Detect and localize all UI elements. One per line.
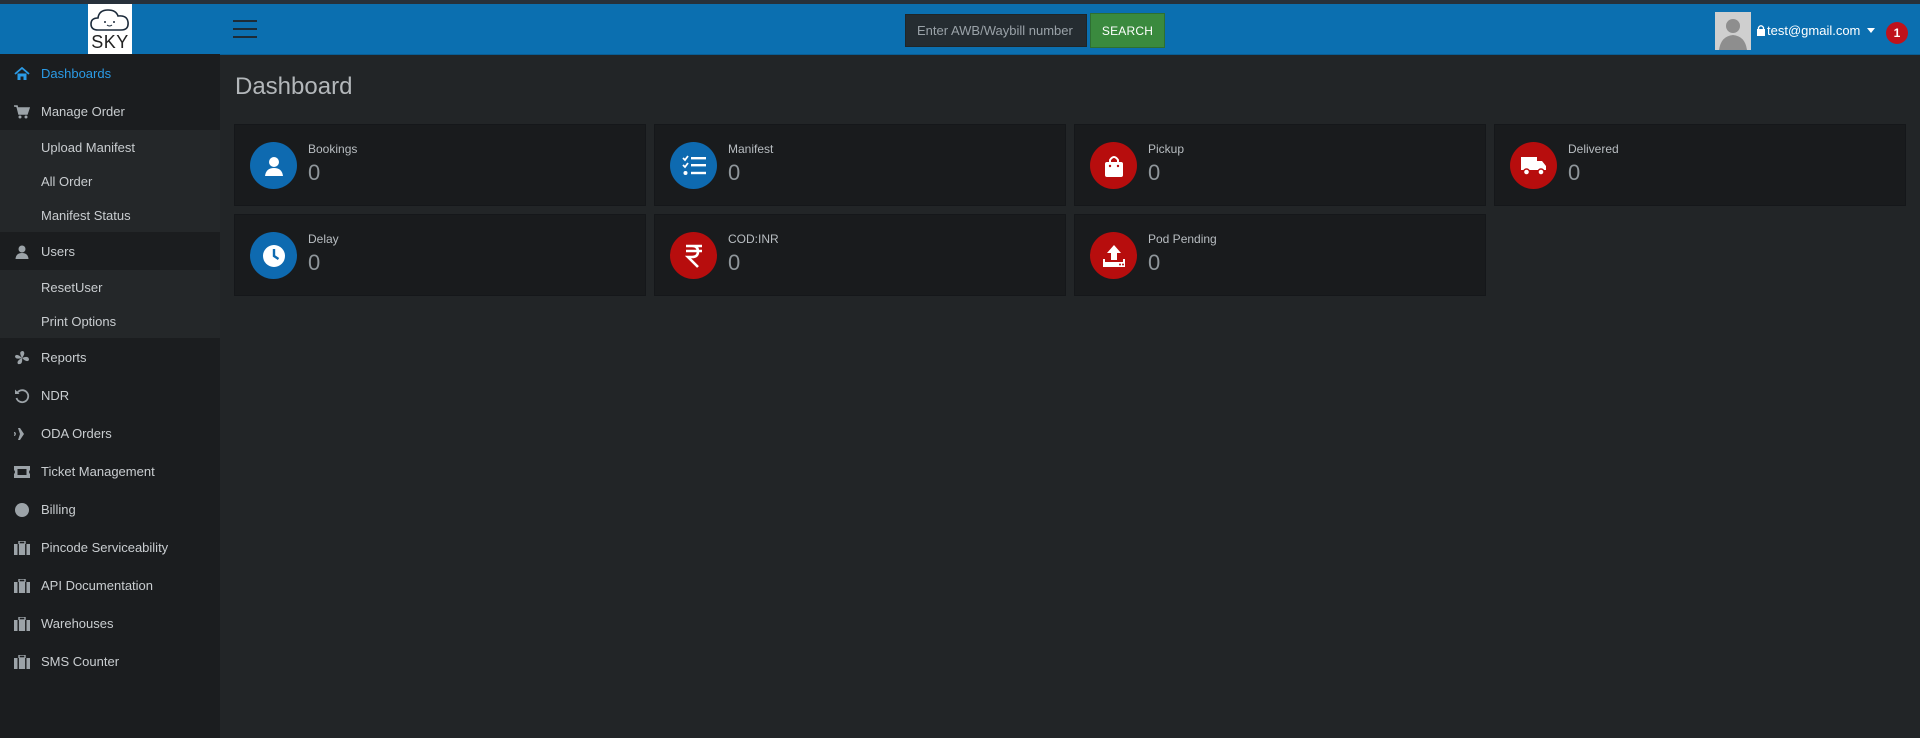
sidebar-item-manage-order[interactable]: Manage Order bbox=[0, 92, 220, 130]
stat-card-delivered[interactable]: Delivered 0 bbox=[1495, 125, 1905, 205]
stat-card-value: 0 bbox=[728, 250, 741, 275]
stat-card-value: 0 bbox=[1148, 250, 1161, 275]
stat-card-manifest[interactable]: Manifest 0 bbox=[655, 125, 1065, 205]
sidebar-item-ticket-management[interactable]: Ticket Management bbox=[0, 452, 220, 490]
sidebar-item-label: ODA Orders bbox=[41, 426, 112, 441]
briefcase-icon bbox=[14, 616, 30, 632]
hamburger-bar bbox=[233, 36, 257, 38]
stat-card-value: 0 bbox=[1148, 160, 1161, 185]
submenu-item-all-order[interactable]: All Order bbox=[0, 164, 220, 198]
stat-card-value: 0 bbox=[1568, 160, 1581, 185]
user-avatar[interactable] bbox=[1715, 12, 1751, 50]
caret-down-icon bbox=[1867, 27, 1876, 33]
stat-card-pickup[interactable]: Pickup 0 bbox=[1075, 125, 1485, 205]
briefcase-icon bbox=[14, 578, 30, 594]
submenu-item-manifest-status[interactable]: Manifest Status bbox=[0, 198, 220, 232]
truck-icon bbox=[1510, 142, 1557, 189]
stat-card-title: Bookings bbox=[308, 142, 358, 156]
submenu-item-reset-user[interactable]: ResetUser bbox=[0, 270, 220, 304]
avatar-silhouette-icon bbox=[1715, 12, 1751, 50]
hamburger-bar bbox=[233, 20, 257, 22]
sidebar-item-billing[interactable]: Billing bbox=[0, 490, 220, 528]
sidebar-item-ndr[interactable]: NDR bbox=[0, 376, 220, 414]
sidebar-item-warehouses[interactable]: Warehouses bbox=[0, 604, 220, 642]
sidebar-item-oda-orders[interactable]: ODA Orders bbox=[0, 414, 220, 452]
lock-icon bbox=[1757, 25, 1765, 36]
shopping-bag-icon bbox=[1090, 142, 1137, 189]
awb-search-input[interactable] bbox=[905, 14, 1087, 47]
logo[interactable]: SKY bbox=[88, 4, 132, 54]
search-button[interactable]: SEARCH bbox=[1090, 13, 1165, 48]
sidebar-item-label: Users bbox=[41, 244, 75, 259]
menu-toggle-button[interactable] bbox=[233, 20, 257, 38]
sidebar-item-label: Ticket Management bbox=[41, 464, 155, 479]
briefcase-icon bbox=[14, 654, 30, 670]
sidebar-item-label: NDR bbox=[41, 388, 70, 403]
manage-order-submenu: Upload Manifest All Order Manifest Statu… bbox=[0, 130, 220, 232]
sidebar-item-label: Pincode Serviceability bbox=[41, 540, 169, 555]
stat-card-value: 0 bbox=[308, 160, 321, 185]
user-email: test@gmail.com bbox=[1767, 22, 1861, 38]
sidebar-item-sms-counter[interactable]: SMS Counter bbox=[0, 642, 220, 680]
upload-icon bbox=[1090, 232, 1137, 279]
main-content: Dashboard Bookings 0 Manifest 0 Pickup 0… bbox=[220, 54, 1920, 738]
stat-card-bookings[interactable]: Bookings 0 bbox=[235, 125, 645, 205]
sidebar-item-label: Reports bbox=[41, 350, 87, 365]
user-menu-dropdown[interactable]: test@gmail.com bbox=[1756, 20, 1876, 40]
stat-card-title: Delivered bbox=[1568, 142, 1619, 156]
checklist-icon bbox=[670, 142, 717, 189]
home-icon bbox=[14, 66, 30, 82]
fan-icon bbox=[14, 350, 30, 366]
ticket-icon bbox=[14, 464, 30, 480]
user-icon bbox=[14, 244, 30, 260]
notification-badge[interactable]: 1 bbox=[1886, 22, 1908, 44]
submenu-item-print-options[interactable]: Print Options bbox=[0, 304, 220, 338]
logo-text: SKY bbox=[91, 32, 129, 52]
sidebar-item-label: Manage Order bbox=[41, 104, 125, 119]
page-title: Dashboard bbox=[235, 73, 353, 100]
stat-card-title: COD:INR bbox=[728, 232, 779, 246]
sidebar-item-label: Billing bbox=[41, 502, 76, 517]
submenu-item-upload-manifest[interactable]: Upload Manifest bbox=[0, 130, 220, 164]
sidebar: Dashboards Manage Order Upload Manifest … bbox=[0, 54, 220, 738]
briefcase-icon bbox=[14, 540, 30, 556]
rupee-icon bbox=[670, 232, 717, 279]
user-icon bbox=[250, 142, 297, 189]
cloud-logo-icon bbox=[90, 9, 129, 31]
stat-card-title: Manifest bbox=[728, 142, 774, 156]
sidebar-item-label: Dashboards bbox=[41, 66, 112, 81]
sidebar-item-label: API Documentation bbox=[41, 578, 154, 593]
stat-card-title: Pod Pending bbox=[1148, 232, 1217, 246]
sidebar-item-label: Warehouses bbox=[41, 616, 114, 631]
clock-icon bbox=[250, 232, 297, 279]
stat-card-title: Pickup bbox=[1148, 142, 1185, 156]
undo-icon bbox=[14, 388, 30, 404]
sidebar-item-reports[interactable]: Reports bbox=[0, 338, 220, 376]
circle-icon bbox=[14, 502, 30, 518]
hamburger-bar bbox=[233, 28, 257, 30]
sidebar-item-label: SMS Counter bbox=[41, 654, 120, 669]
cart-icon bbox=[14, 104, 30, 120]
top-navbar: SKY SEARCH test@gmail.com 1 bbox=[0, 4, 1920, 54]
sidebar-item-dashboards[interactable]: Dashboards bbox=[0, 54, 220, 92]
stat-card-pod-pending[interactable]: Pod Pending 0 bbox=[1075, 215, 1485, 295]
stat-card-title: Delay bbox=[308, 232, 339, 246]
stat-card-cod[interactable]: COD:INR 0 bbox=[655, 215, 1065, 295]
plane-icon bbox=[14, 426, 30, 442]
sidebar-item-pincode-serviceability[interactable]: Pincode Serviceability bbox=[0, 528, 220, 566]
stat-card-value: 0 bbox=[308, 250, 321, 275]
stat-card-value: 0 bbox=[728, 160, 741, 185]
sidebar-item-users[interactable]: Users bbox=[0, 232, 220, 270]
sidebar-item-api-documentation[interactable]: API Documentation bbox=[0, 566, 220, 604]
stat-card-delay[interactable]: Delay 0 bbox=[235, 215, 645, 295]
users-submenu: ResetUser Print Options bbox=[0, 270, 220, 338]
